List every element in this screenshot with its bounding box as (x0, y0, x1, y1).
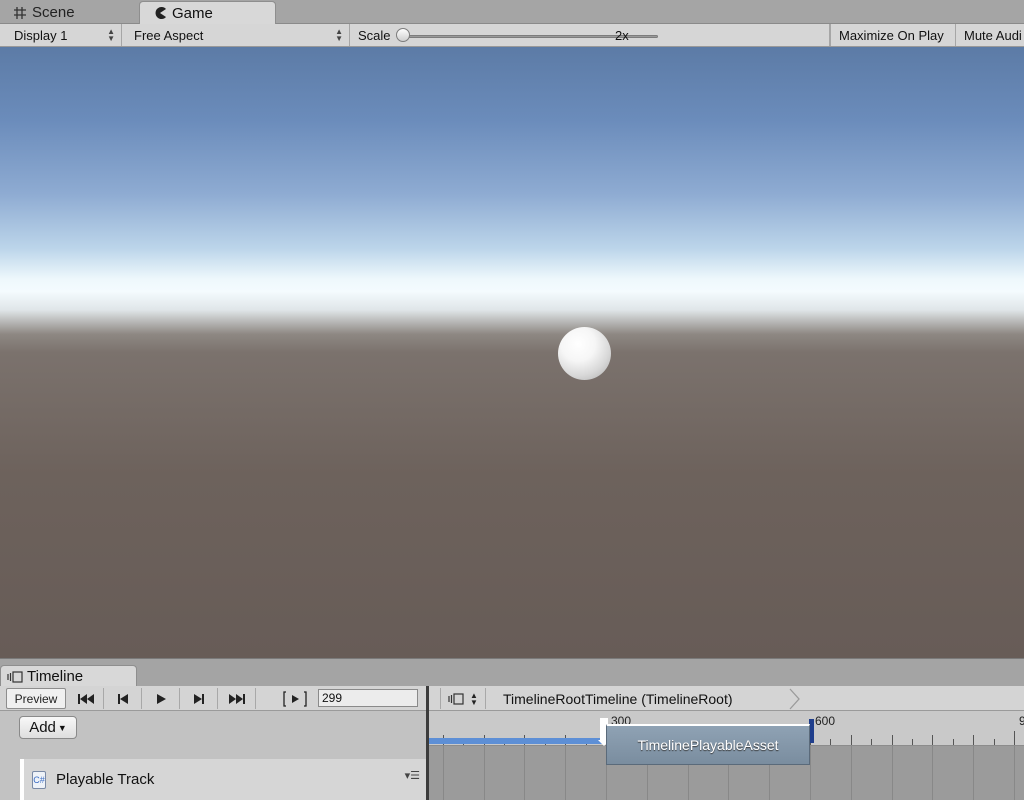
tab-timeline[interactable]: Timeline (0, 665, 137, 687)
scale-slider-knob[interactable] (396, 28, 410, 42)
tab-game-label: Game (172, 4, 213, 22)
preview-button[interactable]: Preview (6, 688, 66, 709)
scale-value: 2x (615, 28, 629, 43)
scale-control: Scale 2x (350, 24, 830, 46)
timeline-icon (7, 670, 23, 683)
display-value: Display 1 (14, 27, 68, 43)
ruler-tick (994, 739, 995, 745)
updown-arrow-icon: ▲ ▼ (107, 27, 115, 43)
ruler-tick (871, 739, 872, 745)
ruler-label-900: 9 (1019, 714, 1024, 728)
updown-arrow-icon: ▲ ▼ (470, 690, 478, 707)
timeline-breadcrumb[interactable]: TimelineRootTimeline (TimelineRoot) (503, 689, 733, 709)
caret-down-icon: ▼ (57, 722, 67, 733)
aspect-dropdown[interactable]: Free Aspect ▲ ▼ (126, 24, 350, 46)
ruler-tick (892, 735, 893, 745)
maximize-on-play-label: Maximize On Play (839, 27, 944, 43)
grid-line (932, 746, 933, 800)
track-menu-icon[interactable]: ▾☰ (405, 769, 420, 782)
playable-track-icon: C# (32, 771, 46, 789)
track-header-playable[interactable]: C# Playable Track ▾☰ (20, 759, 426, 800)
ruler-tick (1014, 731, 1015, 745)
skip-end-icon (228, 693, 245, 704)
go-to-end-button[interactable] (218, 688, 256, 709)
ruler-tick (830, 739, 831, 745)
skip-start-icon (77, 693, 94, 704)
timeline-toolbar: Preview 299 ▲ ▼ TimelineRootTimeline (Tim… (0, 686, 1024, 711)
play-icon (156, 693, 166, 704)
grid-line (565, 746, 566, 800)
ruler-tick (932, 735, 933, 745)
game-viewport[interactable] (0, 47, 1024, 658)
display-dropdown[interactable]: Display 1 ▲ ▼ (6, 24, 122, 46)
updown-arrow-icon: ▲ ▼ (335, 27, 343, 43)
grid-line (524, 746, 525, 800)
track-header-panel: Add ▼ C# Playable Track ▾☰ (0, 711, 426, 800)
step-forward-icon (193, 693, 204, 704)
grid-line (892, 746, 893, 800)
grid-icon (12, 5, 28, 21)
grid-line (851, 746, 852, 800)
timeline-tab-strip: Timeline (0, 658, 1024, 687)
current-frame-input[interactable]: 299 (318, 689, 418, 707)
grid-line (484, 746, 485, 800)
grid-line (1014, 746, 1015, 800)
tab-scene-label: Scene (32, 4, 75, 21)
add-track-button[interactable]: Add ▼ (19, 716, 77, 739)
timeline-clip[interactable]: TimelinePlayableAsset (606, 724, 810, 765)
tab-scene[interactable]: Scene (0, 1, 136, 24)
grid-line (810, 746, 811, 800)
play-button[interactable] (142, 688, 180, 709)
sphere-object (558, 327, 611, 380)
scale-label: Scale (358, 27, 391, 43)
timeline-tracks-area[interactable]: 300 600 9 TimelinePlayableAsset (429, 711, 1024, 800)
timeline-asset-icon (448, 692, 464, 705)
ruler-label-600: 600 (815, 714, 836, 728)
aspect-value: Free Aspect (134, 27, 204, 43)
grid-line (443, 746, 444, 800)
pacman-icon (152, 5, 168, 21)
grid-line (973, 746, 974, 800)
go-to-start-button[interactable] (68, 688, 104, 709)
play-range-icon (283, 690, 307, 707)
tab-game[interactable]: Game (139, 1, 276, 24)
maximize-on-play-toggle[interactable]: Maximize On Play (830, 24, 956, 46)
mute-audio-toggle[interactable]: Mute Audi (956, 24, 1024, 46)
ruler-tick (851, 735, 852, 745)
ruler-tick (953, 739, 954, 745)
tab-timeline-label: Timeline (27, 668, 84, 685)
mute-audio-label: Mute Audi (964, 27, 1022, 43)
play-range-button[interactable] (278, 688, 312, 709)
breadcrumb-chevron-icon (789, 688, 800, 710)
step-back-icon (117, 693, 128, 704)
track-name: Playable Track (56, 771, 155, 788)
game-toolbar: Display 1 ▲ ▼ Free Aspect ▲ ▼ Scale 2x Max… (0, 24, 1024, 47)
ruler-tick (912, 739, 913, 745)
timeline-selector-dropdown[interactable]: ▲ ▼ (440, 688, 486, 709)
window-tab-strip: Scene Game (0, 0, 1024, 24)
previous-frame-button[interactable] (104, 688, 142, 709)
next-frame-button[interactable] (180, 688, 218, 709)
clip-name: TimelinePlayableAsset (637, 737, 779, 753)
add-track-label: Add (29, 719, 56, 736)
ruler-tick (973, 735, 974, 745)
